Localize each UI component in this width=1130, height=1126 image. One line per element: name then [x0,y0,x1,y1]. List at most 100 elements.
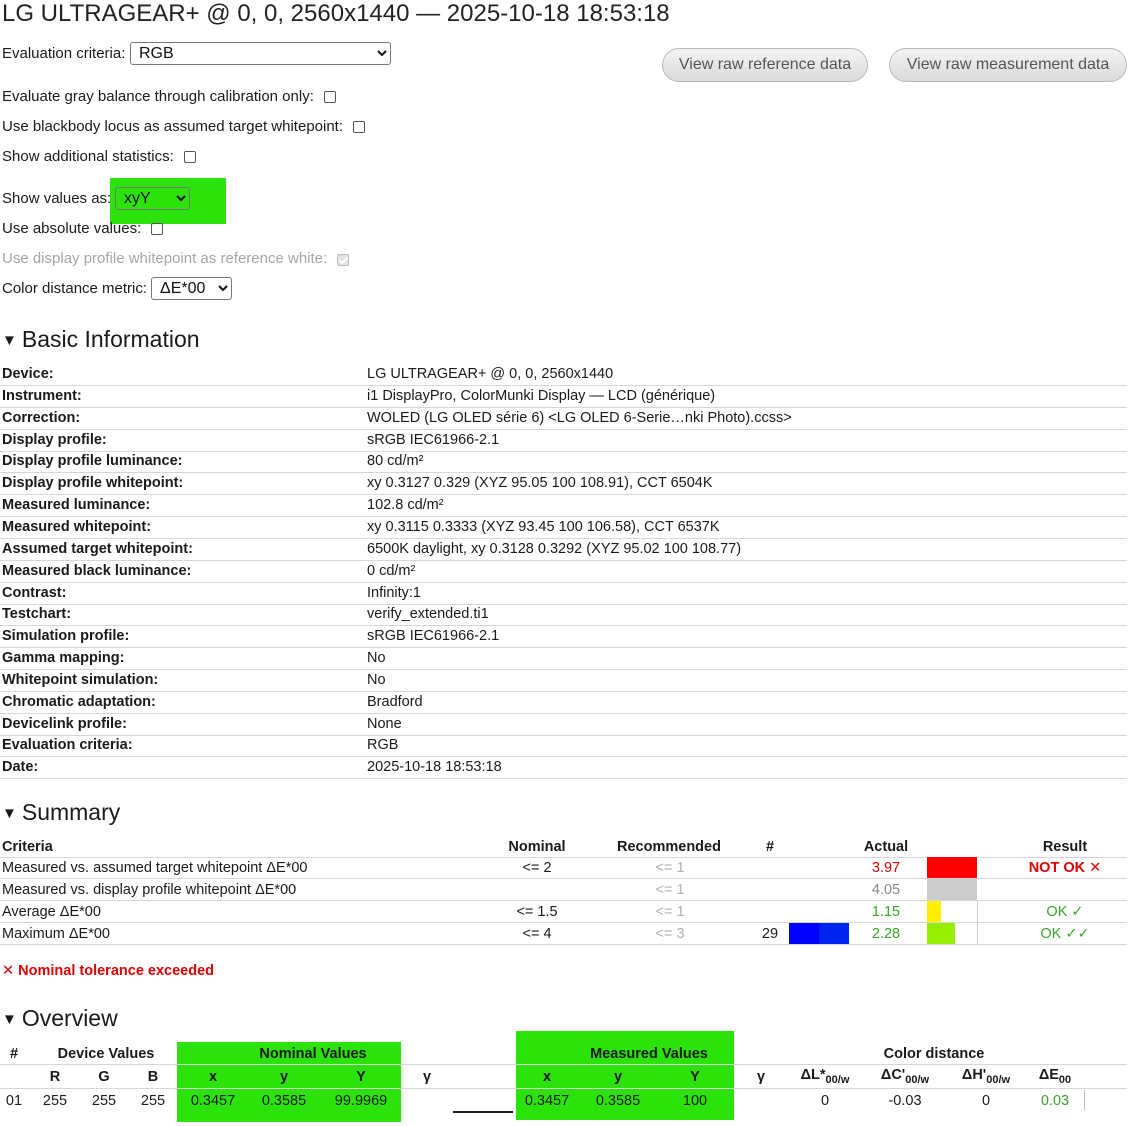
summary-header-nominal: Nominal [508,839,566,855]
overview-sub-r: R [49,1069,61,1085]
summary-row-divider [0,900,1127,901]
gray-balance-label: Evaluate gray balance through calibratio… [2,88,314,105]
info-key: Devicelink profile: [2,715,127,732]
table-row: Testchart: verify_extended.ti1 [0,604,1127,627]
table-row: Measured luminance: 102.8 cd/m² [0,495,1127,518]
summary-header-criteria: Criteria [2,839,53,855]
blackbody-checkbox[interactable] [353,121,365,133]
summary-actual-swatch [927,901,941,922]
summary-recommended: <= 1 [655,860,685,876]
summary-recommended: <= 1 [655,904,685,920]
overview-sub-ny: y [279,1069,289,1085]
info-key: Assumed target whitepoint: [2,540,193,557]
overview-sub-nY: Y [356,1069,366,1085]
view-raw-reference-button[interactable]: View raw reference data [662,48,868,82]
overview-heading[interactable]: ▼ Overview [2,1005,118,1032]
summary-actual: 3.97 [871,860,901,876]
summary-recommended: <= 1 [655,882,685,898]
overview-cell-num: 01 [5,1093,23,1109]
collapse-triangle-icon: ▼ [2,1011,17,1028]
additional-stats-label: Show additional statistics: [2,148,174,165]
summary-count-swatch [819,923,849,944]
overview-sub-g: G [98,1069,110,1085]
info-value: 80 cd/m² [367,453,424,470]
info-value: xy 0.3127 0.329 (XYZ 95.05 100 108.91), … [367,475,713,492]
overview-cell-dL: 0 [820,1093,830,1109]
basic-info-heading[interactable]: ▼ Basic Information [2,326,200,353]
show-values-select[interactable]: xyY [115,187,190,210]
overview-sub-divider [0,1088,1127,1089]
table-row: Measured black luminance: 0 cd/m² [0,561,1127,583]
table-row: Correction: WOLED (LG OLED série 6) <LG O… [0,408,1127,430]
overview-cell-mY: 100 [682,1093,708,1109]
summary-header-result: Result [1042,839,1088,855]
overview-cell-my: 0.3585 [595,1093,641,1109]
table-row: Measured whitepoint: xy 0.3115 0.3333 (XY… [0,517,1127,539]
overview-sub-my: y [613,1069,623,1085]
info-key: Evaluation criteria: [2,737,133,754]
display-profile-whitepoint-label: Use display profile whitepoint as refere… [2,250,328,267]
info-key: Measured whitepoint: [2,518,152,535]
table-row: Assumed target whitepoint: 6500K daylight… [0,539,1127,561]
overview-cell-r: 255 [42,1093,68,1109]
summary-header-count: # [765,839,775,855]
info-key: Chromatic adaptation: [2,693,156,710]
overview-cell-dH: 0 [981,1093,991,1109]
evaluation-criteria-select[interactable]: RGB [130,42,391,65]
info-key: Measured luminance: [2,497,151,514]
info-value: sRGB IEC61966-2.1 [367,628,500,645]
info-value: verify_extended.ti1 [367,606,489,623]
overview-sub-dE: ΔE00 [1038,1067,1072,1086]
info-value: i1 DisplayPro, ColorMunki Display — LCD … [367,387,716,404]
table-row: Chromatic adaptation: Bradford [0,692,1127,714]
overview-row-cell-divider [1084,1090,1085,1110]
absolute-values-checkbox[interactable] [151,223,163,235]
overview-header-nominal: Nominal Values [259,1046,367,1062]
table-row: Contrast: Infinity:1 [0,583,1127,605]
summary-actual-swatch [927,857,977,878]
overview-cell-nx: 0.3457 [190,1093,236,1109]
overview-sub-ngamma: γ [422,1069,432,1085]
info-key: Device: [2,366,54,382]
overview-header-color-distance: Color distance [883,1046,985,1062]
table-row: Devicelink profile: None [0,714,1127,736]
table-row: Evaluation criteria: RGB [0,735,1127,758]
summary-header-actual: Actual [863,839,909,855]
gray-balance-checkbox[interactable] [324,91,336,103]
info-value: Bradford [367,693,423,710]
overview-group-divider [0,1064,1127,1065]
info-value: 0 cd/m² [367,562,416,579]
overview-sub-dH: ΔH'00/w [961,1067,1011,1086]
overview-cell-ny: 0.3585 [261,1093,307,1109]
evaluation-criteria-label: Evaluation criteria: [2,45,126,62]
info-value: Infinity:1 [367,584,421,601]
table-row: Display profile: sRGB IEC61966-2.1 [0,430,1127,452]
summary-actual-swatch [927,879,977,900]
blackbody-label: Use blackbody locus as assumed target wh… [2,118,344,135]
view-raw-measurement-button[interactable]: View raw measurement data [889,48,1127,82]
summary-nominal: <= 2 [522,860,552,876]
summary-nominal: <= 1.5 [516,904,558,920]
additional-stats-checkbox[interactable] [184,151,196,163]
table-row: Instrument: i1 DisplayPro, ColorMunki Dis… [0,386,1127,408]
overview-cell-dC: -0.03 [888,1093,922,1109]
summary-count: 29 [761,926,779,942]
info-key: Correction: [2,409,81,426]
summary-heading[interactable]: ▼ Summary [2,799,120,826]
info-key: Instrument: [2,387,82,404]
summary-result: OK ✓ [1046,904,1084,920]
summary-recommended: <= 3 [655,926,685,942]
summary-result: OK ✓✓ [1040,926,1090,942]
summary-actual: 4.05 [871,882,901,898]
info-value: xy 0.3115 0.3333 (XYZ 93.45 100 106.58),… [367,518,720,535]
overview-cell-b: 255 [140,1093,166,1109]
info-value: 2025-10-18 18:53:18 [367,759,502,776]
overview-cell-mx: 0.3457 [524,1093,570,1109]
info-key: Simulation profile: [2,628,130,645]
summary-header-recommended: Recommended [617,839,721,855]
color-distance-metric-select[interactable]: ΔE*00 [151,277,232,300]
overview-cell-dE: 0.03 [1040,1093,1070,1109]
info-key: Whitepoint simulation: [2,671,159,688]
info-value: No [367,671,386,688]
table-row: Gamma mapping: No [0,648,1127,671]
